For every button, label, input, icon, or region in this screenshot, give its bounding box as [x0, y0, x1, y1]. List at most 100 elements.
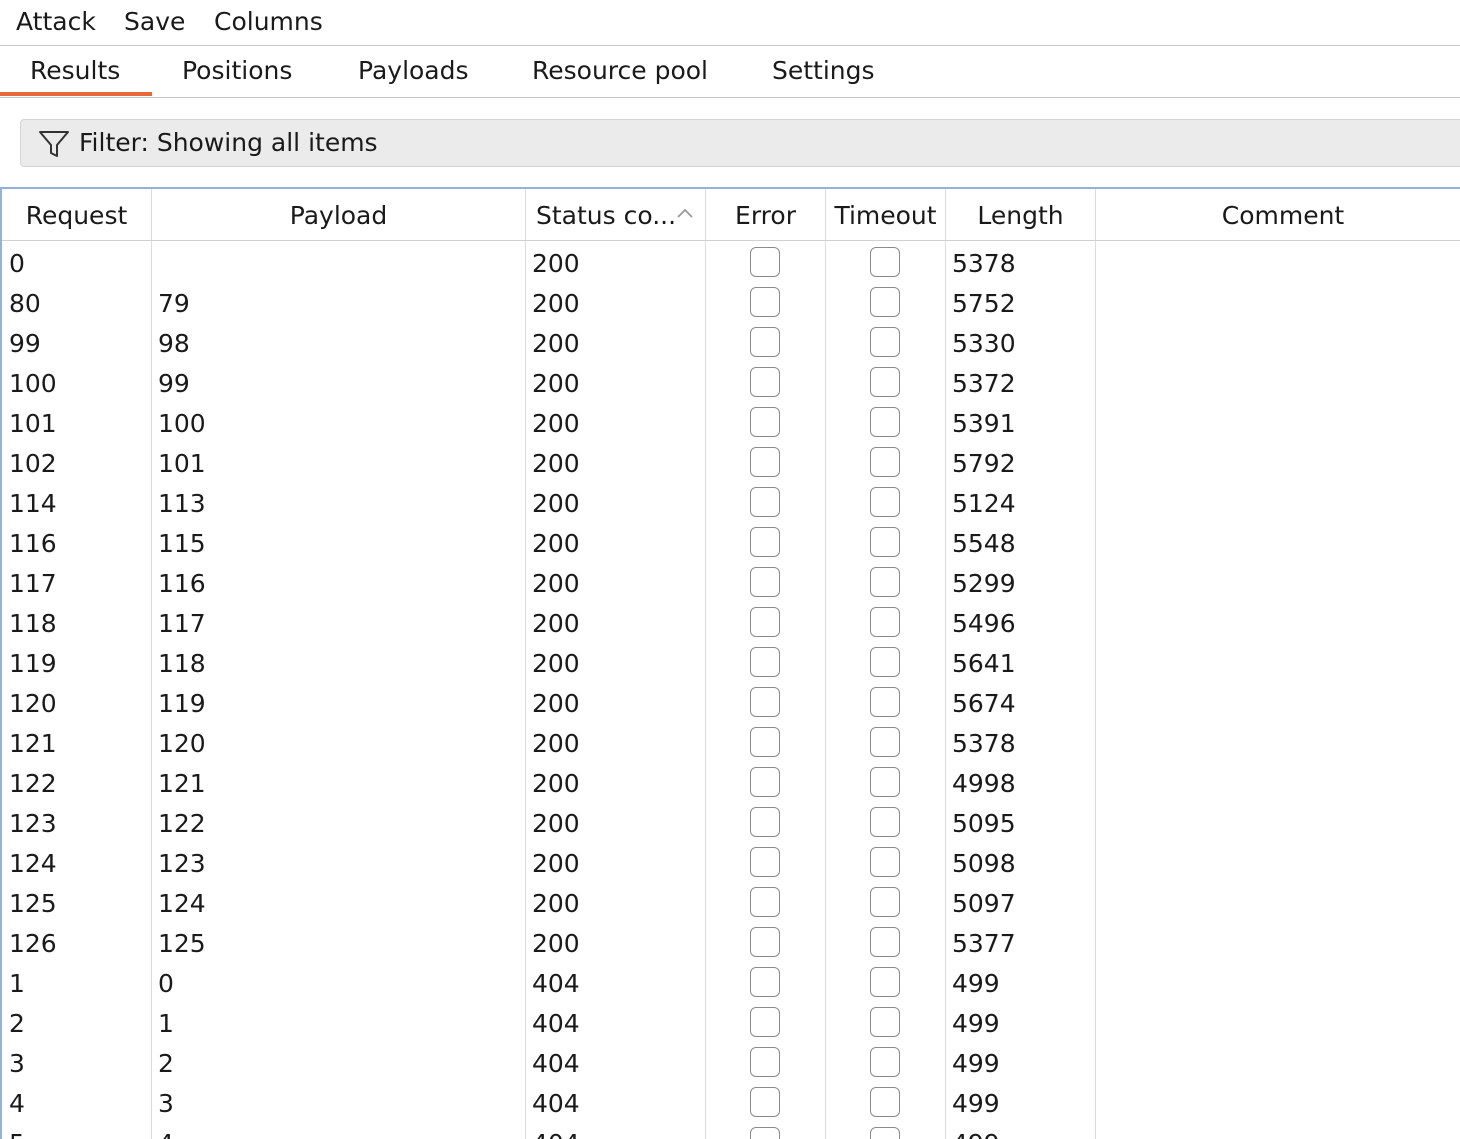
table-row[interactable]: 100 99 200 5372: [2, 362, 1460, 402]
timeout-checkbox[interactable]: [870, 1127, 900, 1139]
timeout-checkbox[interactable]: [870, 327, 900, 357]
error-checkbox[interactable]: [750, 367, 780, 397]
timeout-checkbox[interactable]: [870, 487, 900, 517]
tab-resource-pool[interactable]: Resource pool: [532, 54, 708, 88]
cell-length: 5372: [952, 369, 1016, 398]
table-row[interactable]: 121 120 200 5378: [2, 722, 1460, 762]
timeout-checkbox[interactable]: [870, 1007, 900, 1037]
timeout-checkbox[interactable]: [870, 767, 900, 797]
table-row[interactable]: 101 100 200 5391: [2, 402, 1460, 442]
error-checkbox[interactable]: [750, 647, 780, 677]
cell-payload: 117: [158, 609, 206, 638]
table-row[interactable]: 1 0 404 499: [2, 962, 1460, 1002]
timeout-checkbox[interactable]: [870, 527, 900, 557]
table-row[interactable]: 80 79 200 5752: [2, 282, 1460, 322]
timeout-checkbox[interactable]: [870, 967, 900, 997]
cell-request: 114: [9, 489, 57, 518]
header-request[interactable]: Request: [2, 189, 151, 241]
error-checkbox[interactable]: [750, 887, 780, 917]
tab-payloads[interactable]: Payloads: [358, 54, 469, 88]
error-checkbox[interactable]: [750, 287, 780, 317]
cell-status: 200: [532, 849, 580, 878]
cell-payload: 123: [158, 849, 206, 878]
header-timeout[interactable]: Timeout: [826, 189, 945, 241]
table-row[interactable]: 114 113 200 5124: [2, 482, 1460, 522]
error-checkbox[interactable]: [750, 527, 780, 557]
error-checkbox[interactable]: [750, 1007, 780, 1037]
table-row[interactable]: 118 117 200 5496: [2, 602, 1460, 642]
cell-payload: 113: [158, 489, 206, 518]
header-length[interactable]: Length: [946, 189, 1095, 241]
table-row[interactable]: 119 118 200 5641: [2, 642, 1460, 682]
header-comment[interactable]: Comment: [1096, 189, 1460, 241]
table-row[interactable]: 4 3 404 499: [2, 1082, 1460, 1122]
table-row[interactable]: 126 125 200 5377: [2, 922, 1460, 962]
menu-save[interactable]: Save: [124, 6, 185, 38]
timeout-checkbox[interactable]: [870, 687, 900, 717]
error-checkbox[interactable]: [750, 807, 780, 837]
cell-request: 5: [9, 1122, 25, 1139]
table-row[interactable]: 3 2 404 499: [2, 1042, 1460, 1082]
timeout-checkbox[interactable]: [870, 807, 900, 837]
timeout-checkbox[interactable]: [870, 367, 900, 397]
table-row[interactable]: 102 101 200 5792: [2, 442, 1460, 482]
timeout-checkbox[interactable]: [870, 447, 900, 477]
table-row[interactable]: 5 4 404 499: [2, 1122, 1460, 1139]
error-checkbox[interactable]: [750, 767, 780, 797]
table-row[interactable]: 99 98 200 5330: [2, 322, 1460, 362]
error-checkbox[interactable]: [750, 1127, 780, 1139]
timeout-checkbox[interactable]: [870, 247, 900, 277]
cell-length: 4998: [952, 769, 1016, 798]
error-checkbox[interactable]: [750, 447, 780, 477]
header-error[interactable]: Error: [706, 189, 825, 241]
cell-length: 499: [952, 1122, 1000, 1139]
timeout-checkbox[interactable]: [870, 727, 900, 757]
timeout-checkbox[interactable]: [870, 887, 900, 917]
error-checkbox[interactable]: [750, 927, 780, 957]
error-checkbox[interactable]: [750, 967, 780, 997]
tab-settings[interactable]: Settings: [772, 54, 875, 88]
header-payload[interactable]: Payload: [152, 189, 525, 241]
timeout-checkbox[interactable]: [870, 567, 900, 597]
cell-length: 5496: [952, 609, 1016, 638]
tab-results[interactable]: Results: [30, 54, 120, 88]
menu-columns[interactable]: Columns: [214, 6, 323, 38]
timeout-checkbox[interactable]: [870, 407, 900, 437]
table-row[interactable]: 123 122 200 5095: [2, 802, 1460, 842]
error-checkbox[interactable]: [750, 847, 780, 877]
error-checkbox[interactable]: [750, 247, 780, 277]
timeout-checkbox[interactable]: [870, 1047, 900, 1077]
table-row[interactable]: 116 115 200 5548: [2, 522, 1460, 562]
table-row[interactable]: 120 119 200 5674: [2, 682, 1460, 722]
cell-length: 5330: [952, 329, 1016, 358]
timeout-checkbox[interactable]: [870, 287, 900, 317]
timeout-checkbox[interactable]: [870, 847, 900, 877]
table-body: 0 200 5378 80 79 200 5752 99 98 200 5330 100 99 200 53…: [2, 242, 1460, 1139]
table-row[interactable]: 124 123 200 5098: [2, 842, 1460, 882]
table-row[interactable]: 117 116 200 5299: [2, 562, 1460, 602]
cell-request: 100: [9, 369, 57, 398]
error-checkbox[interactable]: [750, 687, 780, 717]
error-checkbox[interactable]: [750, 1047, 780, 1077]
error-checkbox[interactable]: [750, 487, 780, 517]
error-checkbox[interactable]: [750, 407, 780, 437]
filter-bar[interactable]: Filter: Showing all items: [20, 119, 1460, 167]
timeout-checkbox[interactable]: [870, 647, 900, 677]
error-checkbox[interactable]: [750, 607, 780, 637]
error-checkbox[interactable]: [750, 567, 780, 597]
table-row[interactable]: 125 124 200 5097: [2, 882, 1460, 922]
timeout-checkbox[interactable]: [870, 1087, 900, 1117]
timeout-checkbox[interactable]: [870, 927, 900, 957]
cell-status: 200: [532, 329, 580, 358]
menu-attack[interactable]: Attack: [16, 6, 96, 38]
tab-positions[interactable]: Positions: [182, 54, 292, 88]
cell-length: 499: [952, 969, 1000, 998]
table-row[interactable]: 0 200 5378: [2, 242, 1460, 282]
error-checkbox[interactable]: [750, 327, 780, 357]
error-checkbox[interactable]: [750, 727, 780, 757]
error-checkbox[interactable]: [750, 1087, 780, 1117]
cell-payload: 116: [158, 569, 206, 598]
timeout-checkbox[interactable]: [870, 607, 900, 637]
table-row[interactable]: 122 121 200 4998: [2, 762, 1460, 802]
table-row[interactable]: 2 1 404 499: [2, 1002, 1460, 1042]
